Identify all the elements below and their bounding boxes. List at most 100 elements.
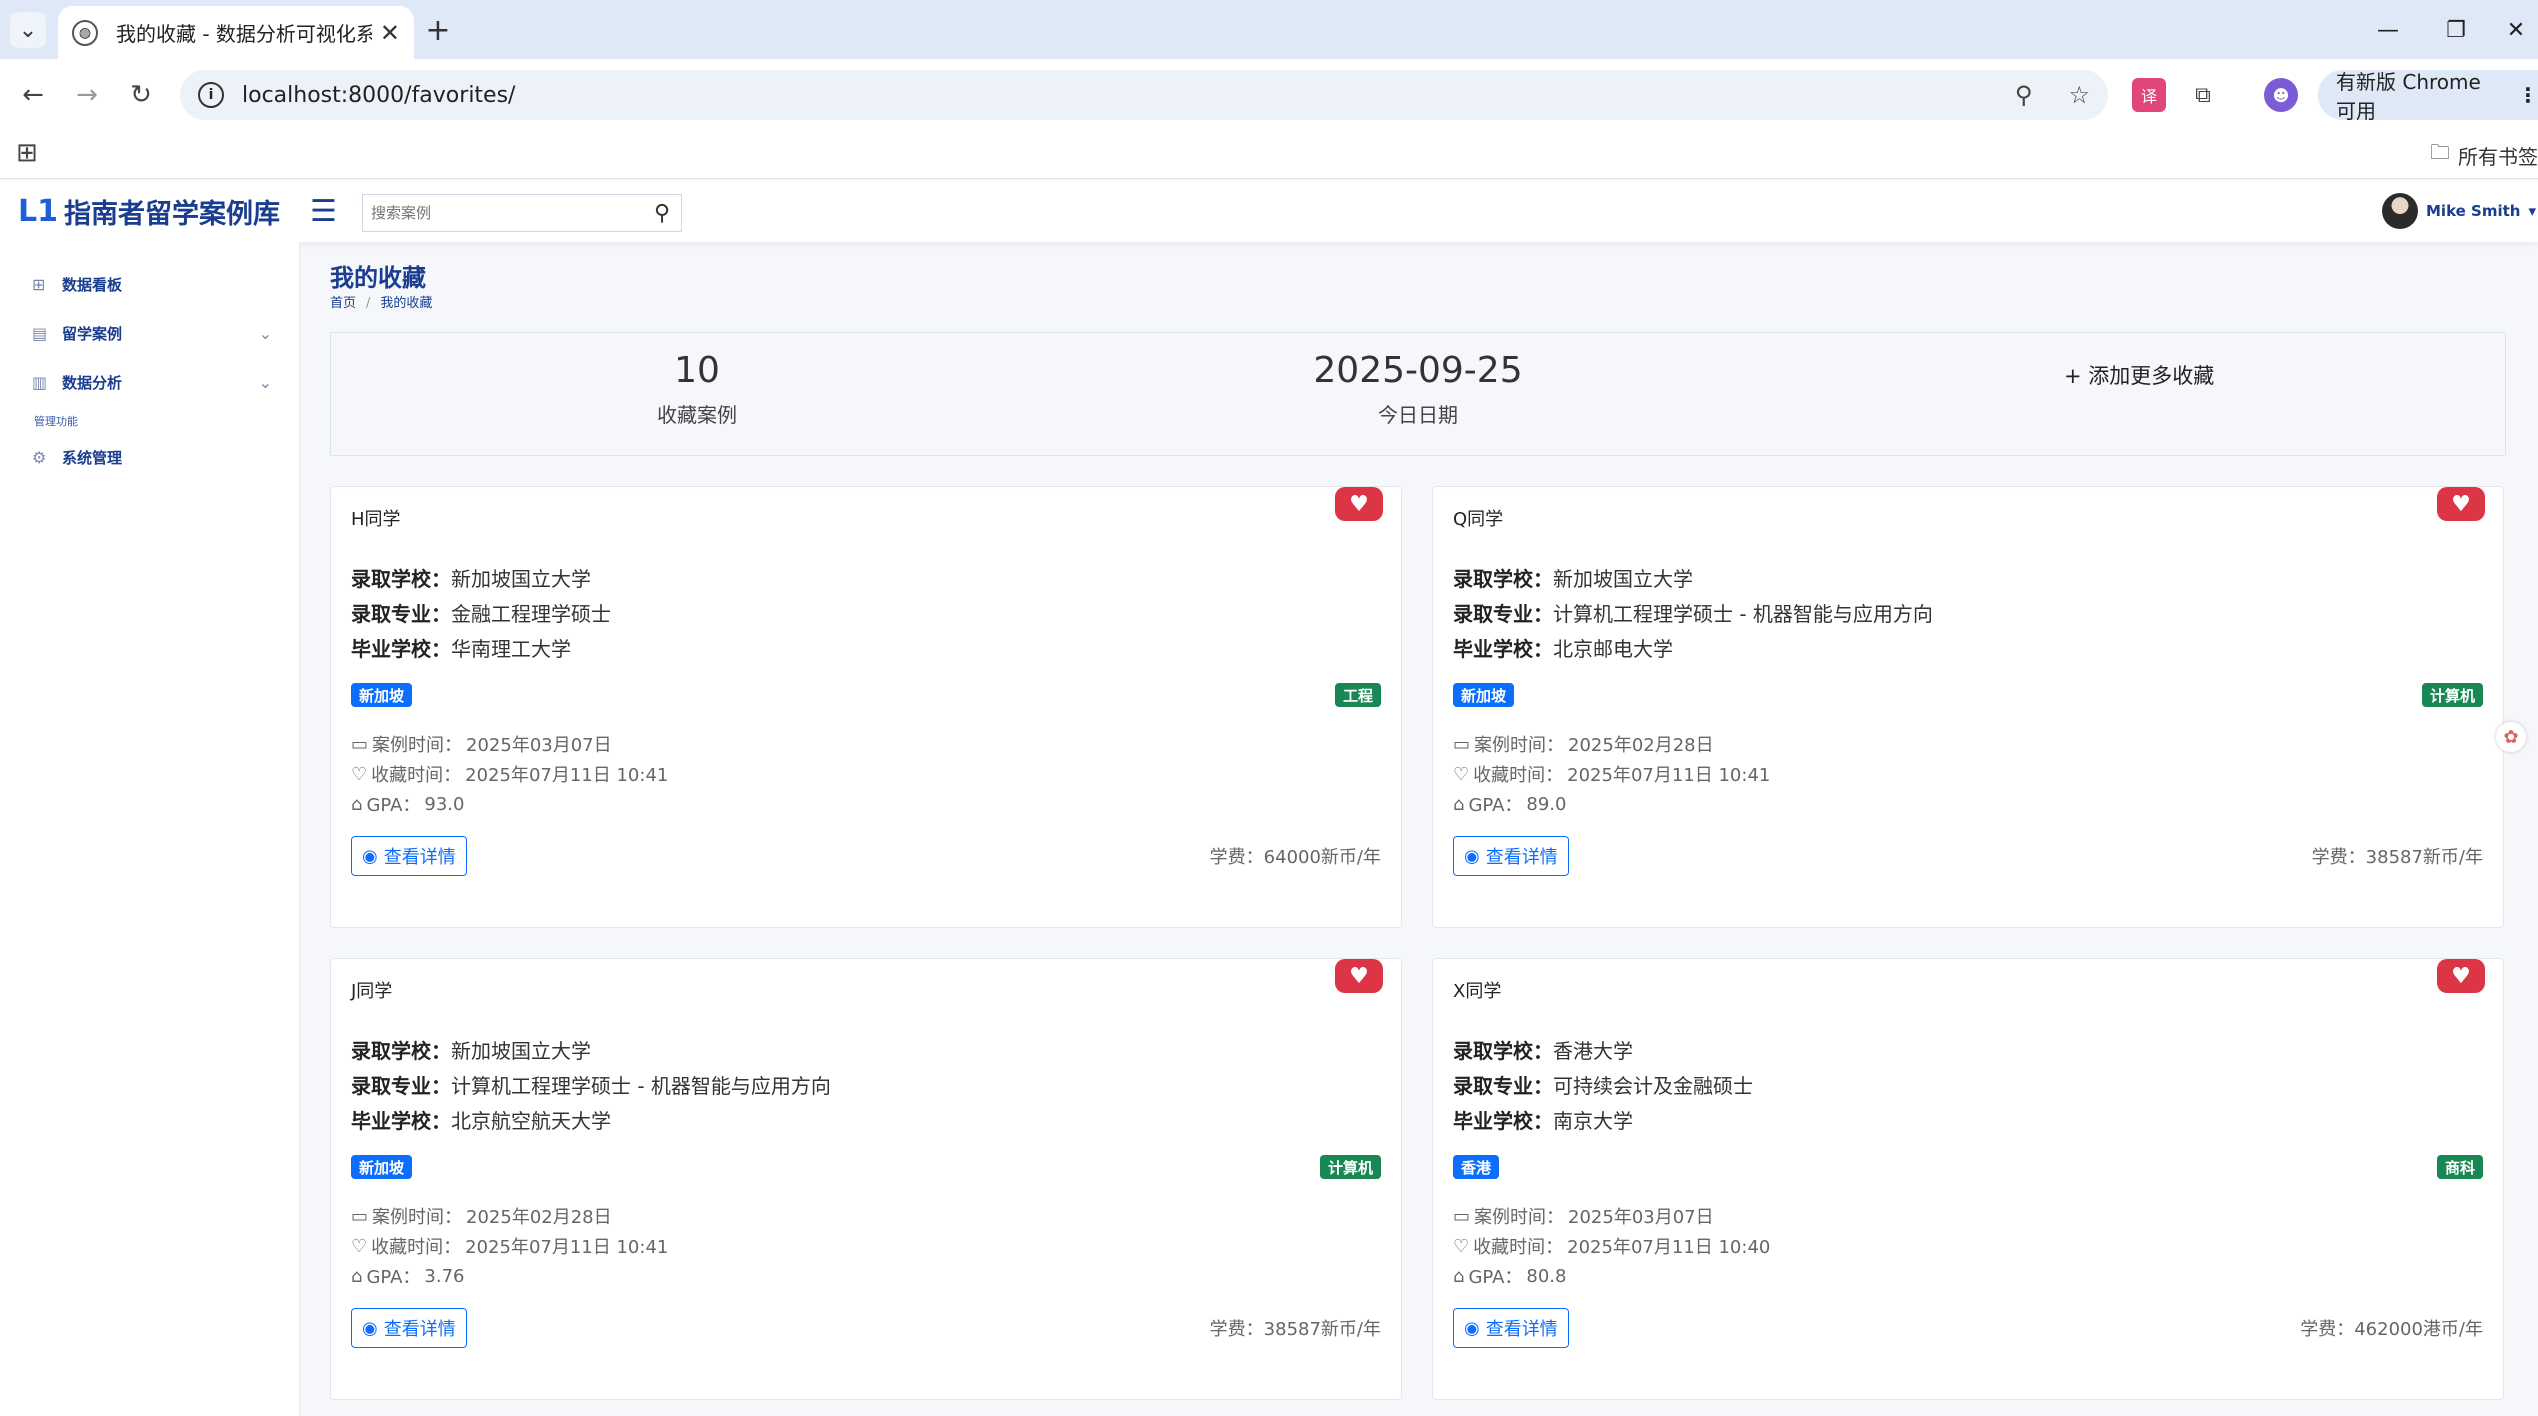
meta-label: GPA：: [1468, 1267, 1523, 1288]
favorite-card: Q同学 ♥ 录取学校：新加坡国立大学 录取专业：计算机工程理学硕士 - 机器智能与应用…: [1432, 486, 2504, 928]
gear-icon: ⚙: [32, 447, 47, 467]
heart-outline-icon: ♡: [1453, 763, 1470, 785]
meta-label: GPA：: [366, 1267, 421, 1288]
forward-icon[interactable]: →: [68, 76, 106, 114]
grad-school-line: 毕业学校：北京航空航天大学: [351, 1105, 611, 1134]
sidebar-item-label: 数据看板: [62, 275, 123, 294]
minimize-icon[interactable]: —: [2358, 10, 2418, 50]
field-label: 录取学校：: [1453, 1039, 1553, 1063]
menu-toggle-icon[interactable]: ☰: [310, 194, 337, 229]
tuition-fee: 学费：462000港币/年: [2300, 1315, 2483, 1341]
admit-school-line: 录取学校：新加坡国立大学: [1453, 563, 1693, 592]
admit-school-line: 录取学校：新加坡国立大学: [351, 563, 591, 592]
calendar-icon: ▭: [351, 1205, 369, 1227]
admit-school-line: 录取学校：新加坡国立大学: [351, 1035, 591, 1064]
admit-school: 新加坡国立大学: [451, 1039, 591, 1063]
fav-time: 2025年07月11日 10:40: [1567, 1237, 1771, 1258]
bookmark-star-icon[interactable]: ☆: [2068, 81, 2090, 109]
fee-value: 38587新币/年: [1263, 1319, 1381, 1340]
admit-major-line: 录取专业：金融工程理学硕士: [351, 598, 611, 627]
all-bookmarks-button[interactable]: 🗀 所有书签: [2430, 138, 2538, 172]
meta-label: GPA：: [1468, 795, 1523, 816]
gpa-value: 80.8: [1526, 1265, 1567, 1287]
grad-school: 北京航空航天大学: [451, 1109, 611, 1133]
field-label: 录取专业：: [351, 602, 451, 626]
region-badge: 新加坡: [351, 683, 413, 707]
app-logo[interactable]: L1 指南者留学案例库: [18, 192, 280, 231]
view-details-button[interactable]: ◉ 查看详情: [351, 1308, 467, 1348]
menu-dots-icon[interactable]: ⋮: [2518, 83, 2538, 107]
view-details-button[interactable]: ◉ 查看详情: [1453, 1308, 1569, 1348]
reload-icon[interactable]: ↻: [122, 76, 160, 114]
address-bar[interactable]: i localhost:8000/favorites/ ⚲ ☆: [180, 70, 2108, 120]
update-label: 有新版 Chrome 可用: [2336, 70, 2481, 123]
fee-value: 462000港币/年: [2354, 1319, 2483, 1340]
close-tab-icon[interactable]: ✕: [380, 19, 400, 47]
unfavorite-heart-icon[interactable]: ♥: [1335, 959, 1383, 993]
sidebar-item-analysis[interactable]: ▥ 数据分析 ⌄: [32, 362, 272, 402]
admit-major-line: 录取专业：计算机工程理学硕士 - 机器智能与应用方向: [1453, 598, 1933, 627]
profile-icon[interactable]: ☻: [2264, 78, 2298, 112]
field-label: 录取学校：: [351, 567, 451, 591]
graduation-cap-icon: ⌂: [1453, 793, 1465, 815]
meta-label: 案例时间：: [372, 735, 463, 756]
sidebar-item-cases[interactable]: ▤ 留学案例 ⌄: [32, 313, 272, 353]
field-label: 录取专业：: [1453, 1074, 1553, 1098]
chrome-update-button[interactable]: 有新版 Chrome 可用 ⋮: [2318, 70, 2538, 123]
stat-today-date: 2025-09-25 今日日期: [1268, 350, 1568, 428]
search-input[interactable]: [363, 203, 643, 223]
back-icon[interactable]: ←: [14, 76, 52, 114]
dashboard-icon: ⊞: [32, 274, 46, 294]
view-details-button[interactable]: ◉ 查看详情: [1453, 836, 1569, 876]
unfavorite-heart-icon[interactable]: ♥: [2437, 959, 2485, 993]
url-text[interactable]: localhost:8000/favorites/: [242, 83, 1979, 108]
logo-text: 指南者留学案例库: [64, 199, 280, 230]
unfavorite-heart-icon[interactable]: ♥: [1335, 487, 1383, 521]
heart-outline-icon: ♡: [351, 763, 368, 785]
browser-tab[interactable]: ◍ 我的收藏 - 数据分析可视化系统 ✕: [58, 6, 414, 59]
grad-school-line: 毕业学校：南京大学: [1453, 1105, 1633, 1134]
eye-icon: ◉: [1464, 1317, 1480, 1339]
field-badge: 商科: [2436, 1155, 2483, 1179]
restore-icon[interactable]: ❐: [2426, 10, 2486, 50]
floating-translate-icon[interactable]: ✿: [2496, 722, 2526, 752]
sidebar-item-label: 系统管理: [62, 448, 123, 467]
new-tab-icon[interactable]: +: [420, 12, 456, 48]
fee-label: 学费：: [1209, 847, 1264, 868]
heart-outline-icon: ♡: [351, 1235, 368, 1257]
extensions-puzzle-icon[interactable]: ⧉: [2186, 78, 2220, 112]
case-time: 2025年02月28日: [1568, 735, 1714, 756]
case-time-line: ▭ 案例时间： 2025年02月28日: [351, 1203, 612, 1229]
field-badge: 计算机: [1319, 1155, 1381, 1179]
view-details-button[interactable]: ◉ 查看详情: [351, 836, 467, 876]
site-info-icon[interactable]: i: [198, 82, 224, 108]
view-details-label: 查看详情: [1485, 1319, 1558, 1340]
globe-icon: ◍: [72, 19, 98, 46]
tab-search-dropdown-icon[interactable]: ⌄: [10, 12, 46, 48]
breadcrumb-current: 我的收藏: [380, 296, 433, 311]
sidebar-item-dashboard[interactable]: ⊞ 数据看板: [32, 264, 272, 304]
add-more-favorites-link[interactable]: + 添加更多收藏: [2064, 360, 2214, 390]
field-label: 毕业学校：: [1453, 637, 1553, 661]
user-menu[interactable]: Mike Smith ▾: [2382, 193, 2536, 229]
gpa-value: 3.76: [424, 1265, 465, 1287]
breadcrumb-home[interactable]: 首页: [330, 296, 356, 311]
stat-favorite-count: 10 收藏案例: [547, 350, 847, 428]
fav-time: 2025年07月11日 10:41: [465, 765, 669, 786]
translate-extension-icon[interactable]: 译: [2132, 78, 2166, 112]
eye-icon: ◉: [1464, 845, 1480, 867]
graduation-cap-icon: ⌂: [351, 793, 363, 815]
search-icon[interactable]: ⚲: [643, 201, 681, 226]
apps-grid-icon[interactable]: ⊞: [16, 138, 38, 168]
close-window-icon[interactable]: ✕: [2494, 10, 2538, 50]
zoom-icon[interactable]: ⚲: [2015, 81, 2033, 109]
sidebar-item-admin[interactable]: ⚙ 系统管理: [32, 437, 272, 477]
fav-time-line: ♡ 收藏时间： 2025年07月11日 10:41: [351, 761, 668, 787]
unfavorite-heart-icon[interactable]: ♥: [2437, 487, 2485, 521]
admit-major: 计算机工程理学硕士 - 机器智能与应用方向: [451, 1074, 831, 1098]
document-icon: ▤: [32, 323, 48, 343]
admit-major-line: 录取专业：可持续会计及金融硕士: [1453, 1070, 1753, 1099]
gpa-value: 93.0: [424, 793, 465, 815]
stat-value: 10: [674, 350, 720, 391]
admit-major: 可持续会计及金融硕士: [1553, 1074, 1753, 1098]
